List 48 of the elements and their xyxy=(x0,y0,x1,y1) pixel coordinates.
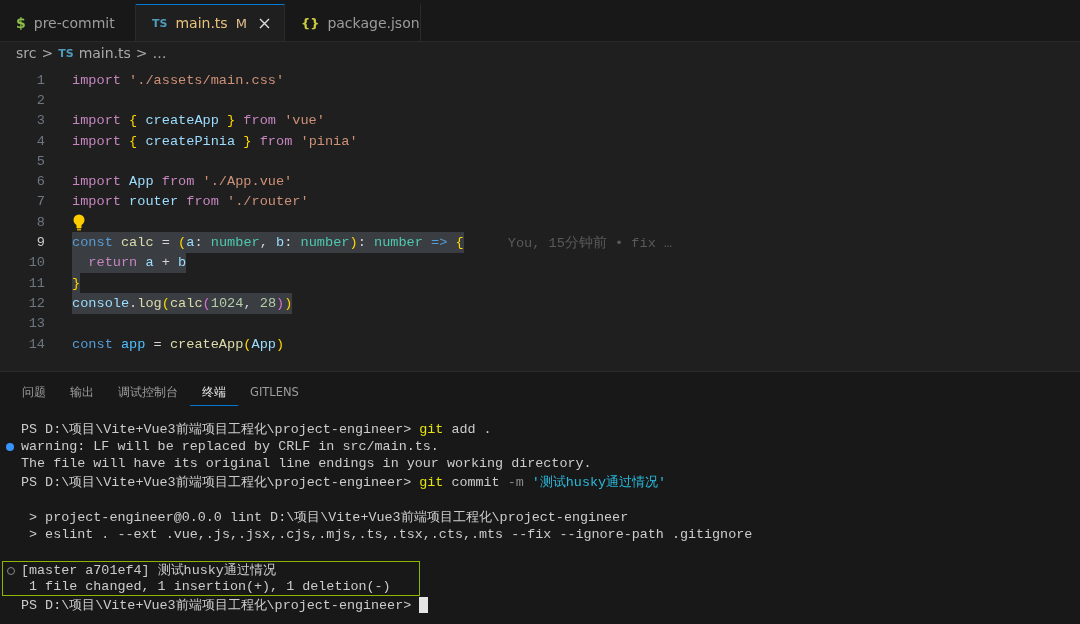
ts-file-icon: TS xyxy=(58,46,74,60)
line-number: 7 xyxy=(35,194,45,210)
line-number: 13 xyxy=(27,316,45,332)
terminal-line: warning: LF will be replaced by CRLF in src/main.ts. xyxy=(21,438,439,454)
ts-file-icon: TS xyxy=(152,16,168,30)
breadcrumb-item[interactable]: src xyxy=(16,45,37,61)
line-number: 5 xyxy=(35,153,45,169)
breadcrumb-separator: > xyxy=(135,45,148,61)
line-number: 2 xyxy=(35,92,45,108)
code-line: import router from './router' xyxy=(72,193,309,212)
panel-tab[interactable]: GITLENS xyxy=(238,379,311,405)
panel-tab[interactable]: 调试控制台 xyxy=(106,378,190,406)
terminal-line: The file will have its original line endings in your working directory. xyxy=(21,456,592,472)
line-number: 12 xyxy=(27,295,45,311)
terminal-line: PS D:\项目\Vite+Vue3前端项目工程化\project-engineer> git add . xyxy=(21,420,492,438)
terminal-line: PS D:\项目\Vite+Vue3前端项目工程化\project-engineer> git commit -m '测试husky通过情况' xyxy=(21,473,667,491)
code-line: import { createPinia } from 'pinia' xyxy=(72,132,358,151)
panel-tab[interactable]: 终端 xyxy=(190,378,238,406)
breadcrumb-item[interactable]: main.ts xyxy=(78,45,131,61)
line-number: 1 xyxy=(35,72,45,88)
panel-tab[interactable]: 输出 xyxy=(58,378,106,406)
code-line: const app = createApp(App) xyxy=(72,335,285,354)
code-line: import { createApp } from 'vue' xyxy=(72,112,325,131)
line-number: 11 xyxy=(27,275,45,291)
breadcrumb-item[interactable]: … xyxy=(152,45,167,61)
terminal-line: > eslint . --ext .vue,.js,.jsx,.cjs,.mjs,.ts,.tsx,.cts,.mts --fix --ignore-path .gitignore xyxy=(28,526,753,542)
dollar-icon: $ xyxy=(16,15,26,31)
braces-icon: {} xyxy=(300,15,320,31)
breadcrumb-separator: > xyxy=(41,45,54,61)
terminal-line: 1 file changed, 1 insertion(+), 1 deletion(-) xyxy=(28,579,391,595)
line-number: 4 xyxy=(35,133,45,149)
code-line: import App from './App.vue' xyxy=(72,173,293,192)
lightbulb-icon[interactable] xyxy=(72,213,86,231)
line-number: 9 xyxy=(35,235,45,250)
editor-tab[interactable]: TS main.ts M xyxy=(136,4,285,41)
line-number: 6 xyxy=(35,174,45,190)
panel-tab[interactable]: 问题 xyxy=(10,378,58,406)
status-dot xyxy=(6,442,14,451)
modified-label: M xyxy=(235,15,247,31)
line-number: 14 xyxy=(27,336,45,352)
terminal-line: [master a701ef4] 测试husky通过情况 xyxy=(21,562,276,580)
code-line: import './assets/main.css' xyxy=(72,71,285,90)
line-number: 10 xyxy=(27,255,45,271)
terminal-line: > project-engineer@0.0.0 lint D:\项目\Vite+Vue3前端项目工程化\project-engineer xyxy=(28,508,629,526)
terminal-line: PS D:\项目\Vite+Vue3前端项目工程化\project-engineer> xyxy=(21,596,413,614)
line-number: 3 xyxy=(35,113,45,129)
close-icon[interactable] xyxy=(258,17,270,29)
line-number: 8 xyxy=(35,214,45,230)
